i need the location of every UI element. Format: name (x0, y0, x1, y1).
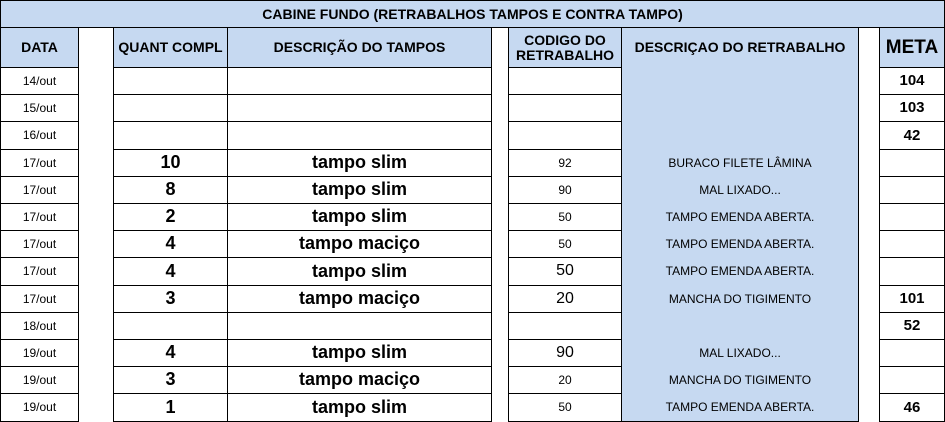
row-meta (879, 176, 945, 204)
row-rework: TAMPO EMENDA ABERTA. (621, 393, 859, 422)
header-descricao-tampos: DESCRIÇÃO DO TAMPOS (227, 27, 492, 68)
header-data: DATA (0, 27, 79, 68)
rework-table: CABINE FUNDO (RETRABALHOS TAMPOS E CONTR… (0, 0, 945, 422)
row-rework: BURACO FILETE LÂMINA (621, 149, 859, 177)
row-code: 90 (508, 339, 622, 367)
row-date: 17/out (0, 230, 79, 258)
row-quantity (113, 312, 228, 340)
row-code: 50 (508, 230, 622, 258)
row-tampo: tampo maciço (227, 366, 492, 394)
row-meta: 104 (879, 67, 945, 95)
row-date: 17/out (0, 285, 79, 313)
row-code (508, 121, 622, 150)
row-meta (879, 257, 945, 286)
row-quantity (113, 94, 228, 122)
row-rework (621, 121, 859, 150)
row-quantity: 1 (113, 393, 228, 422)
row-quantity: 3 (113, 285, 228, 313)
row-date: 17/out (0, 203, 79, 231)
row-rework: TAMPO EMENDA ABERTA. (621, 203, 859, 231)
row-tampo: tampo slim (227, 176, 492, 204)
row-tampo (227, 312, 492, 340)
row-meta (879, 230, 945, 258)
row-meta (879, 149, 945, 177)
row-rework: TAMPO EMENDA ABERTA. (621, 257, 859, 286)
row-code (508, 312, 622, 340)
row-meta (879, 339, 945, 367)
row-code: 92 (508, 149, 622, 177)
row-meta (879, 203, 945, 231)
row-date: 14/out (0, 67, 79, 95)
row-meta: 103 (879, 94, 945, 122)
row-quantity: 10 (113, 149, 228, 177)
row-code: 90 (508, 176, 622, 204)
row-code: 50 (508, 257, 622, 286)
row-tampo: tampo slim (227, 149, 492, 177)
table-title: CABINE FUNDO (RETRABALHOS TAMPOS E CONTR… (0, 0, 945, 28)
row-rework: MANCHA DO TIGIMENTO (621, 285, 859, 313)
row-code: 20 (508, 285, 622, 313)
row-quantity (113, 67, 228, 95)
row-date: 16/out (0, 121, 79, 150)
header-meta: META (879, 27, 945, 68)
row-tampo: tampo maciço (227, 285, 492, 313)
row-date: 15/out (0, 94, 79, 122)
row-tampo: tampo slim (227, 257, 492, 286)
row-date: 17/out (0, 257, 79, 286)
header-codigo: CODIGO DO RETRABALHO (508, 27, 622, 68)
row-quantity: 4 (113, 339, 228, 367)
row-code (508, 94, 622, 122)
row-rework (621, 312, 859, 340)
row-quantity: 2 (113, 203, 228, 231)
row-date: 17/out (0, 176, 79, 204)
row-tampo (227, 121, 492, 150)
row-tampo: tampo slim (227, 339, 492, 367)
row-rework: MAL LIXADO... (621, 176, 859, 204)
row-meta: 52 (879, 312, 945, 340)
row-date: 19/out (0, 366, 79, 394)
row-meta (879, 366, 945, 394)
row-date: 18/out (0, 312, 79, 340)
row-code (508, 67, 622, 95)
row-meta: 101 (879, 285, 945, 313)
header-descricao-retrabalho: DESCRIÇAO DO RETRABALHO (621, 27, 859, 68)
row-meta: 42 (879, 121, 945, 150)
row-rework: TAMPO EMENDA ABERTA. (621, 230, 859, 258)
row-rework (621, 94, 859, 122)
row-tampo (227, 67, 492, 95)
header-quant: QUANT COMPL (113, 27, 228, 68)
row-rework (621, 67, 859, 95)
row-date: 19/out (0, 393, 79, 422)
row-code: 50 (508, 393, 622, 422)
row-code: 20 (508, 366, 622, 394)
row-tampo: tampo slim (227, 203, 492, 231)
row-date: 19/out (0, 339, 79, 367)
row-quantity (113, 121, 228, 150)
row-rework: MANCHA DO TIGIMENTO (621, 366, 859, 394)
row-tampo: tampo maciço (227, 230, 492, 258)
row-quantity: 8 (113, 176, 228, 204)
row-quantity: 4 (113, 230, 228, 258)
row-rework: MAL LIXADO... (621, 339, 859, 367)
row-date: 17/out (0, 149, 79, 177)
row-meta: 46 (879, 393, 945, 422)
row-quantity: 3 (113, 366, 228, 394)
row-quantity: 4 (113, 257, 228, 286)
row-code: 50 (508, 203, 622, 231)
row-tampo (227, 94, 492, 122)
row-tampo: tampo slim (227, 393, 492, 422)
